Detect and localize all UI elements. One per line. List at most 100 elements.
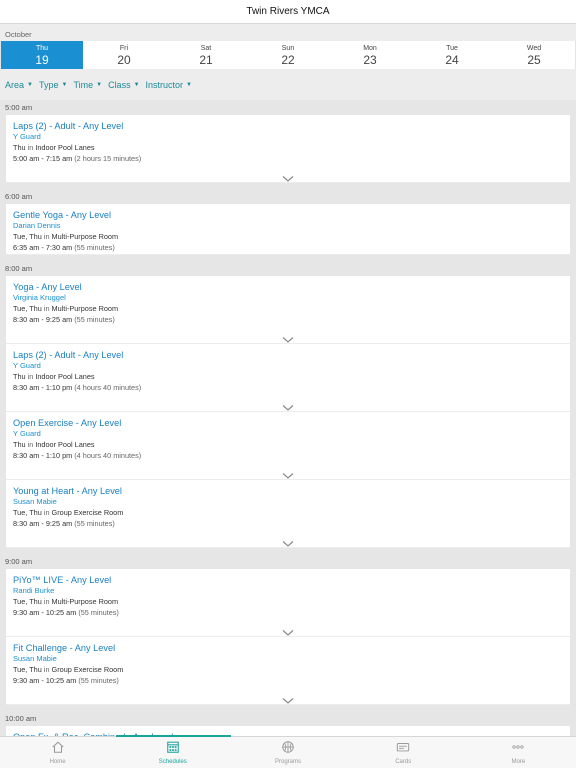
time-section: Gentle Yoga - Any Level Darian Dennis Tue,… (0, 204, 576, 261)
filter-label: Class (108, 79, 131, 90)
class-card[interactable]: Gentle Yoga - Any Level Darian Dennis Tue,… (6, 204, 570, 255)
tab-more[interactable]: More (461, 737, 576, 768)
filter-area[interactable]: Area ▼ (5, 80, 33, 90)
class-title[interactable]: PiYo™ LIVE - Any Level (13, 574, 563, 586)
class-duration: (55 minutes) (74, 243, 115, 252)
filter-label: Instructor (145, 79, 184, 90)
tab-cards[interactable]: Cards (346, 737, 461, 768)
tab-label: Cards (395, 759, 412, 765)
class-instructor[interactable]: Darian Dennis (13, 221, 563, 231)
filter-type[interactable]: Type ▼ (39, 80, 67, 90)
class-card[interactable]: Open Fx. & Rec. Combined - Any Level (6, 726, 570, 736)
filter-time[interactable]: Time ▼ (73, 80, 102, 90)
class-duration: (55 minutes) (74, 315, 115, 324)
class-card[interactable]: Open Exercise - Any Level Y Guard Thu in I… (6, 412, 570, 480)
class-duration: (55 minutes) (74, 519, 115, 528)
class-days-location: Thu in Indoor Pool Lanes (13, 143, 95, 152)
class-instructor[interactable]: Randi Burke (13, 586, 563, 596)
class-title[interactable]: Young at Heart - Any Level (13, 485, 563, 497)
class-instructor[interactable]: Susan Mabie (13, 654, 563, 664)
class-instructor[interactable]: Y Guard (13, 132, 563, 142)
class-duration: (4 hours 40 minutes) (74, 383, 142, 392)
in-label: in (27, 143, 34, 152)
date-24[interactable]: Tue 24 (411, 41, 493, 69)
filter-instructor[interactable]: Instructor ▼ (146, 80, 192, 90)
tab-schedules[interactable]: Schedules (115, 737, 230, 768)
chevron-down-icon[interactable] (282, 399, 294, 411)
class-card[interactable]: PiYo™ LIVE - Any Level Randi Burke Tue, Th… (6, 569, 570, 637)
day-of-week: Thu (35, 44, 49, 52)
chevron-down-icon[interactable] (282, 692, 294, 704)
class-days-location: Tue, Thu in Group Exercise Room (13, 665, 124, 674)
date-22[interactable]: Sun 22 (247, 41, 329, 69)
day-number: 21 (199, 52, 213, 67)
filter-label: Time (73, 79, 94, 90)
date-21[interactable]: Sat 21 (165, 41, 247, 69)
class-days-location: Tue, Thu in Multi-Purpose Room (13, 304, 119, 313)
chevron-down-icon[interactable] (282, 467, 294, 479)
class-time: 8:30 am - 9:25 am (55 minutes) (13, 519, 115, 528)
class-instructor[interactable]: Y Guard (13, 429, 563, 439)
class-title[interactable]: Fit Challenge - Any Level (13, 642, 563, 654)
class-title[interactable]: Open Exercise - Any Level (13, 417, 563, 429)
home-icon (51, 740, 65, 759)
date-23[interactable]: Mon 23 (329, 41, 411, 69)
chevron-down-icon[interactable] (282, 331, 294, 343)
caret-down-icon: ▼ (61, 81, 68, 88)
day-of-week: Sat (200, 44, 212, 52)
day-number: 22 (281, 52, 295, 67)
class-duration: (2 hours 15 minutes) (74, 154, 142, 163)
class-card[interactable]: Laps (2) - Adult - Any Level Y Guard Thu i… (6, 344, 570, 412)
day-of-week: Mon (363, 44, 377, 52)
class-days-location: Thu in Indoor Pool Lanes (13, 372, 95, 381)
date-20[interactable]: Fri 20 (83, 41, 165, 69)
class-time: 8:30 am - 1:10 pm (4 hours 40 minutes) (13, 383, 142, 392)
time-section: PiYo™ LIVE - Any Level Randi Burke Tue, Th… (0, 569, 576, 711)
day-of-week: Fri (119, 44, 129, 52)
class-title[interactable]: Laps (2) - Adult - Any Level (13, 349, 563, 361)
class-card[interactable]: Fit Challenge - Any Level Susan Mabie Tue,… (6, 637, 570, 705)
time-section-header: 5:00 am (0, 100, 576, 115)
app-title-bar: Twin Rivers YMCA (0, 0, 576, 24)
filter-class[interactable]: Class ▼ (108, 80, 139, 90)
time-section-header: 6:00 am (0, 189, 576, 204)
filter-label: Area (5, 79, 25, 90)
more-icon (511, 740, 525, 759)
class-days-location: Thu in Indoor Pool Lanes (13, 440, 95, 449)
filter-label: Type (38, 79, 59, 90)
class-card[interactable]: Young at Heart - Any Level Susan Mabie Tue… (6, 480, 570, 548)
tab-home[interactable]: Home (0, 737, 115, 768)
class-instructor[interactable]: Y Guard (13, 361, 563, 371)
class-time: 8:30 am - 1:10 pm (4 hours 40 minutes) (13, 451, 142, 460)
class-instructor[interactable]: Susan Mabie (13, 497, 563, 507)
time-section-header: 8:00 am (0, 261, 576, 276)
chevron-down-icon[interactable] (282, 170, 294, 182)
in-label: in (43, 597, 50, 606)
tab-programs[interactable]: Programs (230, 737, 345, 768)
class-title[interactable]: Yoga - Any Level (13, 281, 563, 293)
class-days-location: Tue, Thu in Multi-Purpose Room (13, 597, 119, 606)
day-number: 23 (363, 52, 377, 67)
time-section: Laps (2) - Adult - Any Level Y Guard Thu i… (0, 115, 576, 189)
active-tab-indicator (116, 735, 231, 737)
date-25[interactable]: Wed 25 (493, 41, 575, 69)
tab-label: Programs (275, 759, 302, 765)
date-strip: Thu 19 Fri 20 Sat 21 Sun 22 Mon 23 Tue 24 Wed 25 (1, 41, 575, 69)
time-section: Yoga - Any Level Virginia Kruggel Tue, Thu… (0, 276, 576, 554)
chevron-down-icon[interactable] (282, 624, 294, 636)
class-schedule-list[interactable]: 5:00 am Laps (2) - Adult - Any Level Y Gua… (0, 100, 576, 736)
class-title[interactable]: Laps (2) - Adult - Any Level (13, 120, 563, 132)
class-card[interactable]: Laps (2) - Adult - Any Level Y Guard Thu i… (6, 115, 570, 183)
class-time: 8:30 am - 9:25 am (55 minutes) (13, 315, 115, 324)
chevron-down-icon[interactable] (282, 535, 294, 547)
date-19[interactable]: Thu 19 (1, 41, 83, 69)
day-number: 25 (527, 52, 541, 67)
basketball-icon (281, 740, 295, 759)
class-card[interactable]: Yoga - Any Level Virginia Kruggel Tue, Thu… (6, 276, 570, 344)
class-title[interactable]: Gentle Yoga - Any Level (13, 209, 563, 221)
class-days-location: Tue, Thu in Group Exercise Room (13, 508, 124, 517)
filter-bar: Area ▼ Type ▼ Time ▼ Class ▼ Instructor ▼ (0, 69, 576, 100)
card-icon (396, 740, 410, 759)
class-instructor[interactable]: Virginia Kruggel (13, 293, 563, 303)
caret-down-icon: ▼ (96, 81, 103, 88)
